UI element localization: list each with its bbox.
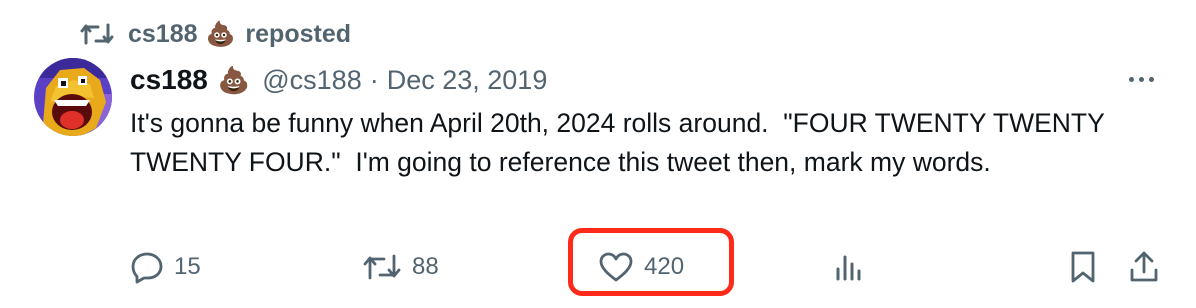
tweet-text: It's gonna be funny when April 20th, 202…: [130, 108, 1112, 177]
share-icon: [1130, 251, 1158, 282]
user-handle[interactable]: @cs188: [262, 65, 361, 96]
repost-icon: [80, 23, 114, 45]
tweet-header: cs188 💩 @cs188 · Dec 23, 2019: [130, 60, 547, 100]
repost-icon: [363, 254, 401, 280]
repost-count: 88: [412, 253, 439, 280]
separator-dot: ·: [369, 64, 379, 95]
repost-user[interactable]: cs188: [128, 20, 198, 49]
avatar[interactable]: [34, 58, 112, 136]
more-icon-dot: [1138, 76, 1144, 82]
views-button[interactable]: [834, 240, 864, 294]
repost-button[interactable]: 88: [362, 240, 439, 294]
bookmark-icon: [1071, 251, 1095, 283]
reply-icon: [131, 252, 163, 284]
like-highlight-annotation: [568, 228, 734, 296]
more-icon-dot: [1148, 76, 1154, 82]
display-name-emoji: 💩: [217, 64, 251, 95]
tweet-date[interactable]: Dec 23, 2019: [387, 65, 548, 96]
display-name[interactable]: cs188: [130, 64, 208, 96]
more-icon: [1128, 76, 1134, 82]
analytics-icon: [836, 255, 861, 281]
repost-label: reposted: [245, 19, 352, 48]
reply-count: 15: [174, 253, 201, 280]
repost-context: cs188 💩 reposted: [80, 14, 351, 54]
avatar-image: [34, 58, 112, 136]
more-options-button[interactable]: [1124, 64, 1158, 94]
reply-button[interactable]: 15: [130, 240, 201, 294]
bookmark-button[interactable]: [1068, 240, 1098, 294]
share-button[interactable]: [1128, 240, 1160, 294]
repost-user-emoji: 💩: [205, 20, 236, 48]
